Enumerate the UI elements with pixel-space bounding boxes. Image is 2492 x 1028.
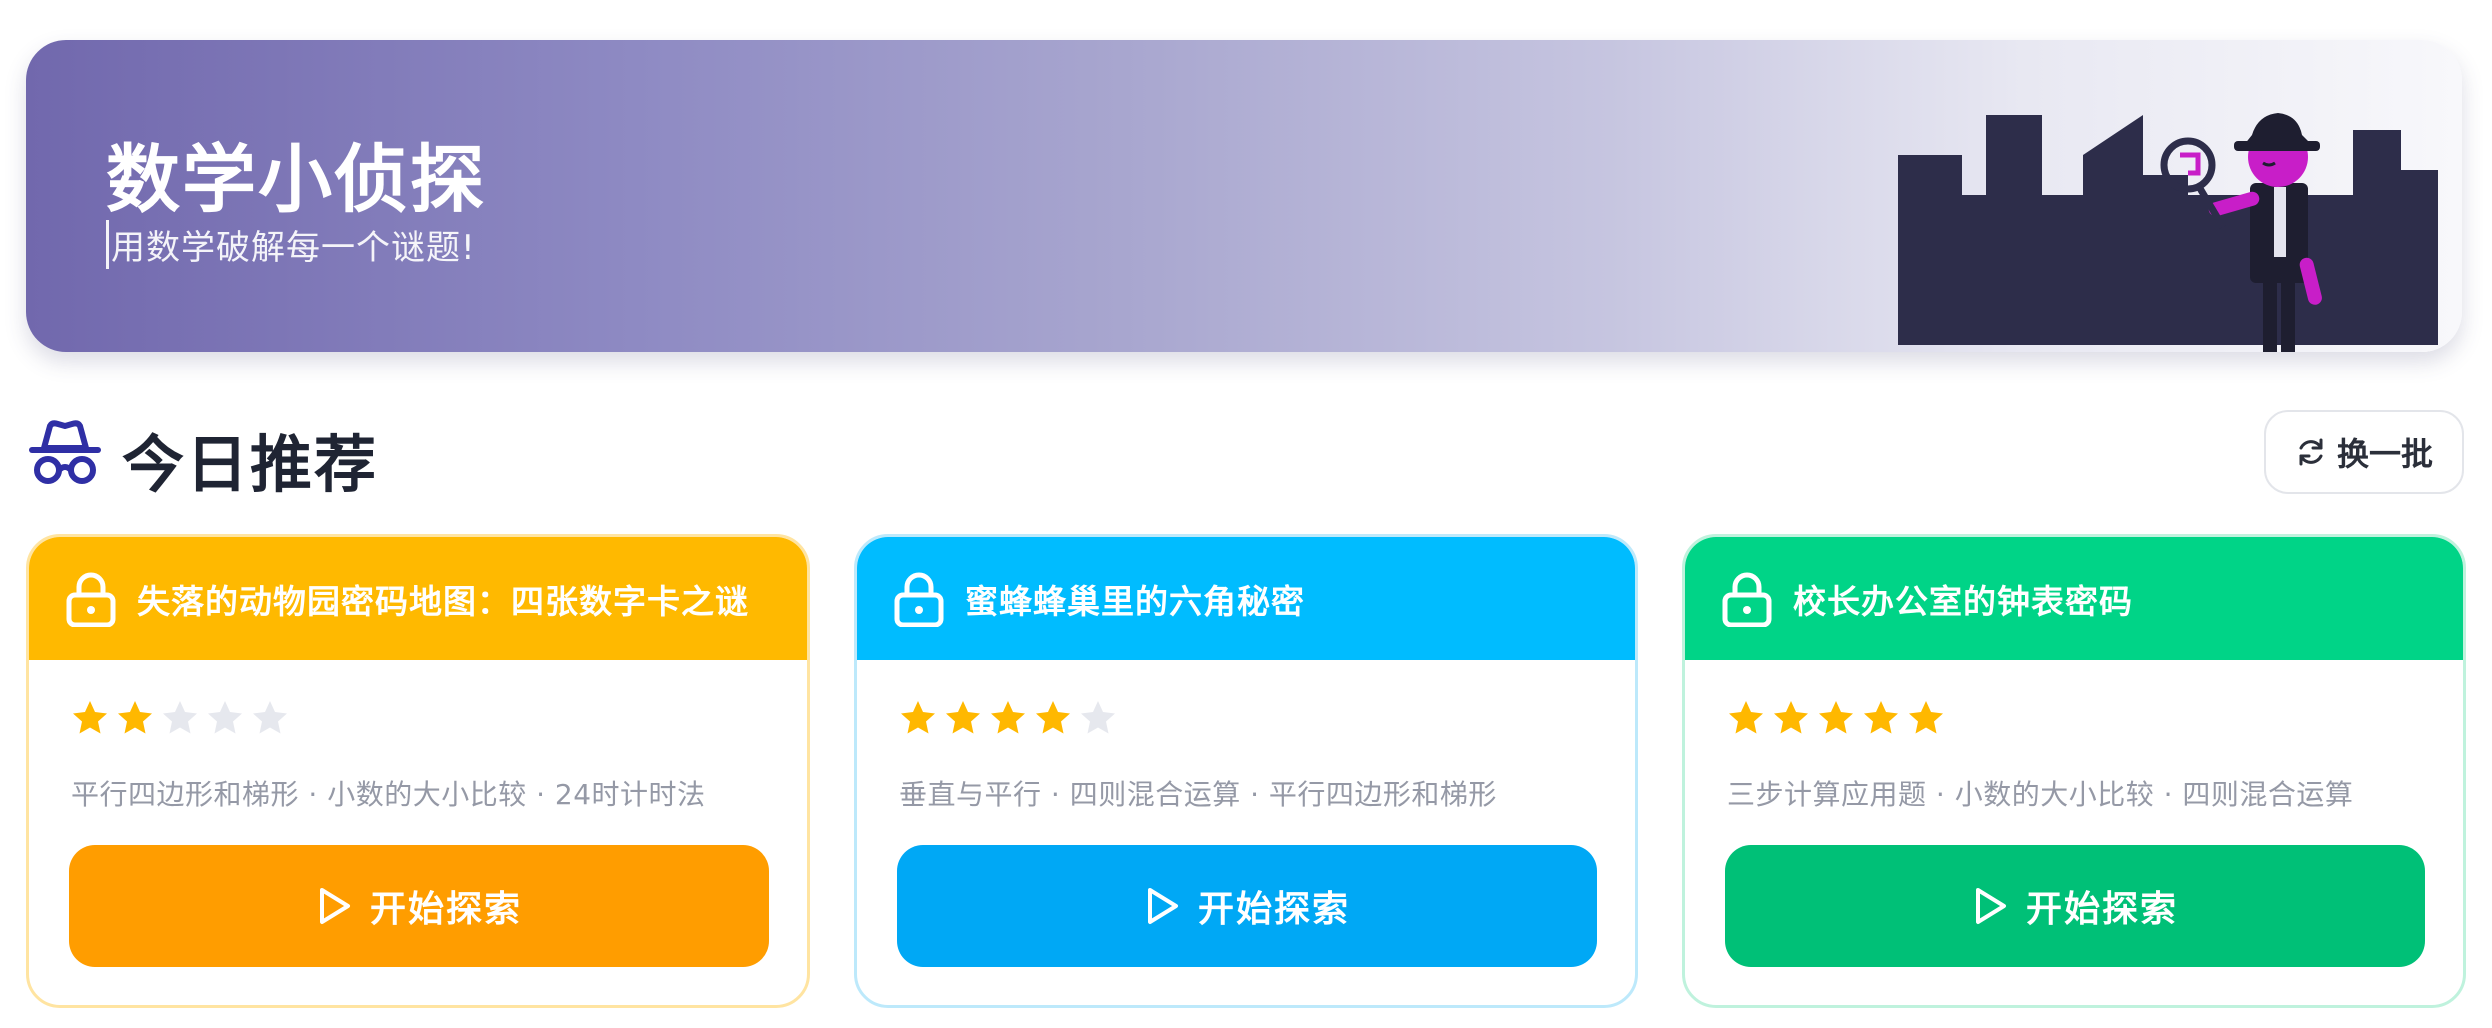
refresh-label: 换一批 [2336, 435, 2433, 473]
card-header: 蜜蜂蜂巢里的六角秘密 [857, 537, 1635, 660]
lock-icon [1722, 572, 1772, 627]
star-empty-icon [253, 701, 287, 734]
page: 数学小侦探 用数学破解每一个谜题! 今日推荐 换一批 失落的动物园密码地图：四张… [0, 0, 2492, 1028]
star-filled-icon [1036, 701, 1070, 734]
star-filled-icon [1909, 701, 1943, 734]
card-topics: 垂直与平行 · 四则混合运算 · 平行四边形和梯形 [899, 778, 1497, 811]
start-explore-button[interactable]: 开始探索 [897, 845, 1597, 967]
star-empty-icon [1081, 701, 1115, 734]
card-title: 失落的动物园密码地图：四张数字卡之谜 [137, 581, 749, 621]
start-button-label: 开始探索 [369, 889, 522, 930]
star-empty-icon [163, 701, 197, 734]
start-button-label: 开始探索 [2025, 889, 2178, 930]
card-title: 蜜蜂蜂巢里的六角秘密 [965, 581, 1305, 621]
star-filled-icon [118, 701, 152, 734]
star-filled-icon [991, 701, 1025, 734]
difficulty-rating [1727, 699, 1945, 737]
refresh-icon [2299, 438, 2323, 466]
play-icon [319, 888, 350, 924]
start-explore-button[interactable]: 开始探索 [69, 845, 769, 967]
puzzle-card: 蜜蜂蜂巢里的六角秘密 垂直与平行 · 四则混合运算 · 平行四边形和梯形 开始探… [854, 534, 1638, 1008]
card-title: 校长办公室的钟表密码 [1793, 581, 2133, 621]
banner-subtitle: 用数学破解每一个谜题! [106, 220, 476, 269]
detective-icon [29, 420, 101, 484]
card-header: 失落的动物园密码地图：四张数字卡之谜 [29, 537, 807, 660]
difficulty-rating [71, 699, 289, 737]
star-filled-icon [1729, 701, 1763, 734]
puzzle-card: 失落的动物园密码地图：四张数字卡之谜 平行四边形和梯形 · 小数的大小比较 · … [26, 534, 810, 1008]
start-button-label: 开始探索 [1197, 889, 1350, 930]
start-explore-button[interactable]: 开始探索 [1725, 845, 2425, 967]
star-filled-icon [73, 701, 107, 734]
difficulty-rating [899, 699, 1117, 737]
hero-banner: 数学小侦探 用数学破解每一个谜题! [26, 40, 2462, 352]
card-topics: 平行四边形和梯形 · 小数的大小比较 · 24时计时法 [71, 778, 706, 811]
star-filled-icon [1864, 701, 1898, 734]
play-icon [1975, 888, 2006, 924]
star-filled-icon [901, 701, 935, 734]
card-topics: 三步计算应用题 · 小数的大小比较 · 四则混合运算 [1727, 778, 2354, 811]
section-header: 今日推荐 换一批 [28, 410, 2464, 501]
puzzle-card: 校长办公室的钟表密码 三步计算应用题 · 小数的大小比较 · 四则混合运算 开始… [1682, 534, 2466, 1008]
star-filled-icon [1774, 701, 1808, 734]
card-header: 校长办公室的钟表密码 [1685, 537, 2463, 660]
lock-icon [894, 572, 944, 627]
play-icon [1147, 888, 1178, 924]
lock-icon [66, 572, 116, 627]
section-title: 今日推荐 [122, 428, 379, 501]
star-filled-icon [1819, 701, 1853, 734]
refresh-button[interactable]: 换一批 [2264, 410, 2464, 494]
star-filled-icon [946, 701, 980, 734]
star-empty-icon [208, 701, 242, 734]
detective-city-illustration [1898, 113, 2438, 352]
banner-title: 数学小侦探 [106, 137, 486, 223]
